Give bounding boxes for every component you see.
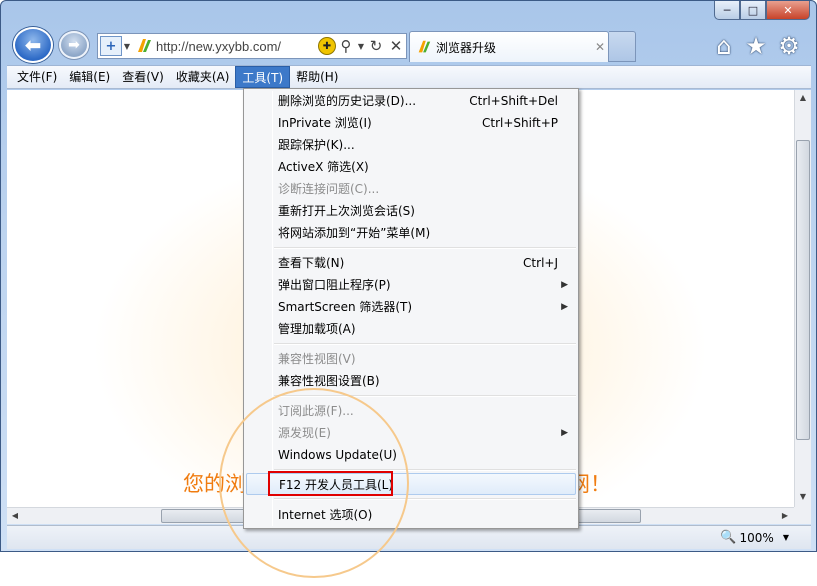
forward-arrow-icon: ➡ [68, 37, 80, 53]
tools-dropdown-menu: 删除浏览的历史记录(D)... Ctrl+Shift+Del InPrivate … [243, 88, 579, 529]
menu-item-subscribe-feed: 订阅此源(F)... [278, 404, 354, 418]
scroll-down-icon[interactable]: ▼ [795, 489, 811, 505]
zoom-control[interactable]: 🔍 100% ▼ [720, 530, 789, 545]
menu-item-add-to-start[interactable]: 将网站添加到“开始”菜单(M) [244, 222, 578, 244]
menu-item-view-downloads[interactable]: 查看下载(N) Ctrl+J [244, 252, 578, 274]
back-arrow-icon: ⬅ [24, 33, 42, 57]
menu-item-popup-blocker[interactable]: 弹出窗口阻止程序(P) ▶ [244, 274, 578, 296]
submenu-arrow-icon: ▶ [561, 302, 568, 312]
zoom-dropdown-icon[interactable]: ▼ [783, 533, 789, 542]
menu-item-feed-discovery: 源发现(E) ▶ [244, 422, 578, 444]
menu-item-manage-addons[interactable]: 管理加载项(A) [244, 318, 578, 340]
menu-item-internet-options[interactable]: Internet 选项(O) [244, 504, 578, 526]
menu-item-inprivate[interactable]: InPrivate 浏览(I) Ctrl+Shift+P [244, 112, 578, 134]
stop-icon[interactable]: ✕ [386, 37, 406, 55]
add-site-icon[interactable]: + [100, 36, 122, 56]
zoom-icon: 🔍 [720, 530, 737, 545]
menu-bar: 文件(F) 编辑(E) 查看(V) 收藏夹(A) 工具(T) 帮助(H) [7, 65, 811, 89]
menu-help[interactable]: 帮助(H) [290, 66, 344, 88]
menu-item-compat-view: 兼容性视图(V) [278, 352, 356, 366]
site-favicon-icon [135, 37, 153, 55]
menu-item-delete-history[interactable]: 删除浏览的历史记录(D)... Ctrl+Shift+Del [244, 90, 578, 112]
menu-tools[interactable]: 工具(T) [235, 66, 291, 88]
menu-item-activex-filter[interactable]: ActiveX 筛选(X) [244, 156, 578, 178]
menu-item-reopen-session[interactable]: 重新打开上次浏览会话(S) [244, 200, 578, 222]
favorites-star-icon[interactable]: ★ [743, 33, 769, 59]
submenu-arrow-icon: ▶ [561, 428, 568, 438]
menu-edit[interactable]: 编辑(E) [63, 66, 116, 88]
scroll-left-icon[interactable]: ◀ [7, 508, 23, 524]
chevron-down-icon[interactable]: ▼ [122, 42, 132, 51]
forward-button[interactable]: ➡ [59, 31, 89, 59]
menu-item-smartscreen[interactable]: SmartScreen 筛选器(T) ▶ [244, 296, 578, 318]
vertical-scroll-thumb[interactable] [796, 140, 810, 440]
back-button[interactable]: ⬅ [13, 27, 53, 63]
maximize-button[interactable]: □ [740, 1, 766, 20]
submenu-arrow-icon: ▶ [561, 280, 568, 290]
tab-close-icon[interactable]: ✕ [592, 40, 608, 54]
menu-item-diagnose-connection: 诊断连接问题(C)... [278, 182, 380, 196]
search-icon[interactable]: ⚲ [336, 37, 356, 55]
menu-favorites[interactable]: 收藏夹(A) [170, 66, 236, 88]
menu-view[interactable]: 查看(V) [116, 66, 170, 88]
menu-item-compat-view-settings[interactable]: 兼容性视图设置(B) [244, 370, 578, 392]
tab-title: 浏览器升级 [436, 40, 497, 55]
address-url[interactable]: http://new.yxybb.com/ [156, 39, 318, 54]
tab-current[interactable]: 浏览器升级 ✕ [409, 31, 609, 62]
menu-separator [274, 247, 576, 249]
menu-item-tracking-protection[interactable]: 跟踪保护(K)... [244, 134, 578, 156]
refresh-icon[interactable]: ↻ [366, 37, 386, 55]
menu-item-windows-update[interactable]: Windows Update(U) [244, 444, 578, 466]
scroll-right-icon[interactable]: ▶ [777, 508, 793, 524]
page-headline-left: 您的浏 [183, 472, 246, 496]
scroll-up-icon[interactable]: ▲ [795, 90, 811, 106]
new-tab-button[interactable] [609, 31, 636, 62]
tab-favicon-icon [418, 40, 431, 53]
menu-separator [274, 395, 576, 397]
menu-separator [274, 498, 576, 500]
compatibility-view-icon[interactable]: ✚ [318, 37, 336, 55]
home-icon[interactable]: ⌂ [711, 33, 737, 59]
search-dropdown-icon[interactable]: ▼ [356, 42, 366, 51]
menu-separator [274, 343, 576, 345]
minimize-button[interactable]: ─ [714, 1, 740, 20]
menu-file[interactable]: 文件(F) [11, 66, 63, 88]
caption-buttons: ─ □ ✕ [714, 1, 810, 20]
zoom-level: 100% [739, 530, 774, 545]
gear-icon[interactable]: ⚙ [776, 33, 802, 59]
vertical-scrollbar[interactable]: ▲ ▼ [794, 90, 811, 507]
close-button[interactable]: ✕ [766, 1, 810, 20]
scroll-corner [794, 507, 811, 524]
highlight-box [268, 471, 393, 496]
address-bar[interactable]: + ▼ http://new.yxybb.com/ ✚ ⚲ ▼ ↻ ✕ [97, 33, 407, 59]
